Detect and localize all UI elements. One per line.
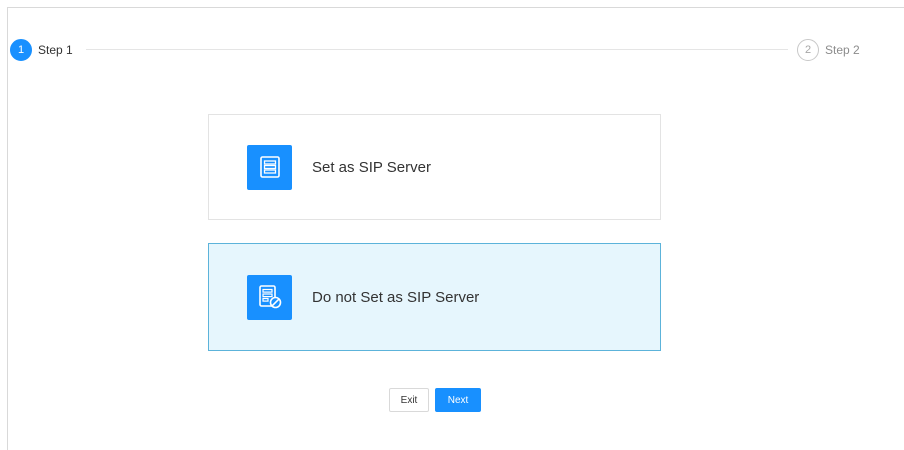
step-1: 1 Step 1 — [10, 38, 73, 62]
option-do-not-set-as-sip-server[interactable]: Do not Set as SIP Server — [208, 243, 661, 351]
option-set-as-sip-server[interactable]: Set as SIP Server — [208, 114, 661, 220]
server-disabled-icon — [247, 274, 292, 320]
step-2-number: 2 — [797, 39, 819, 61]
steps-bar: 1 Step 1 2 Step 2 — [8, 38, 904, 62]
next-button[interactable]: Next — [435, 388, 481, 412]
step-2-label: Step 2 — [825, 43, 860, 57]
option-do-not-set-as-sip-server-label: Do not Set as SIP Server — [312, 288, 480, 306]
exit-button[interactable]: Exit — [389, 388, 429, 412]
server-icon — [247, 144, 292, 190]
step-1-number: 1 — [10, 39, 32, 61]
wizard-panel: 1 Step 1 2 Step 2 Set as SIP Server Do n… — [7, 7, 904, 450]
step-2: 2 Step 2 — [797, 38, 860, 62]
step-connector-line — [86, 49, 788, 50]
option-set-as-sip-server-label: Set as SIP Server — [312, 158, 431, 176]
step-1-label: Step 1 — [38, 43, 73, 57]
